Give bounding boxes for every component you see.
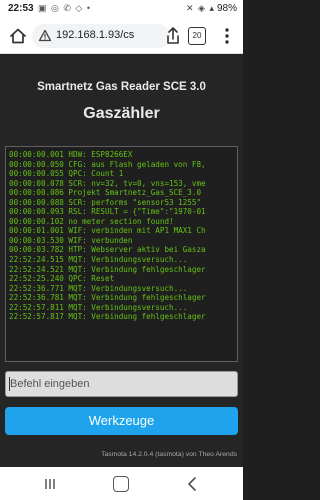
command-input[interactable] [5,371,238,397]
console-line: 00:00:03.782 HTP: Webserver aktiv bei Ga… [9,245,206,255]
battery-level: 98% [216,3,237,14]
footer-text: Tasmota 14.2.0.4 (tasmota) von Theo Aren… [101,451,237,458]
android-nav-bar [0,467,243,500]
text-cursor [9,377,10,391]
console-line: 22:52:24.515 MQT: Verbindungsversuch... [9,255,188,265]
status-time: 22:53 [8,3,34,14]
lock-icon[interactable] [38,29,52,43]
share-icon[interactable] [164,26,182,46]
tools-button[interactable]: Werkzeuge [5,407,238,435]
console-line: 00:00:00.086 Projekt Smartnetz_Gas_SCE_3… [9,188,202,198]
recents-icon[interactable] [44,478,56,490]
system-icons: ✕ ◈ ▴ [186,3,215,13]
console-line: 22:52:25.240 QPC: Reset [9,274,115,284]
console-line: 00:00:00.078 SCR: nv=32, tv=0, vns=153, … [9,178,206,188]
console-line: 00:00:00.055 QPC: Count 1 [9,169,124,179]
console-line: 00:00:00.088 SCR: performs "sensor53 125… [9,197,202,207]
console-line: 00:00:01.001 WIF: verbinden mit AP1 MAX1… [9,226,206,236]
console-log[interactable]: 00:00:00.001 HDW: ESP8266EX 00:00:00.050… [5,146,238,362]
address-bar[interactable]: 192.168.1.93/cs [32,24,170,48]
console-line: 00:00:00.050 CFG: aus Flash geladen von … [9,159,206,169]
page-title: Smartnetz Gas Reader SCE 3.0 [37,81,206,93]
more-vert-icon[interactable] [220,26,234,46]
console-line: 00:00:00.102 no meter section found! [9,216,174,226]
back-icon[interactable] [186,477,198,491]
home-icon[interactable] [8,26,28,46]
console-line: 22:52:24.521 MQT: Verbindung fehlgeschla… [9,264,206,274]
status-bar: 22:53 ▣ ◎ ✆ ◇ • ✕ ◈ ▴ 98% [0,0,243,18]
console-line: 22:52:57.817 MQT: Verbindung fehlgeschla… [9,312,206,322]
url-text[interactable]: 192.168.1.93/cs [56,29,166,41]
console-line: 22:52:36.781 MQT: Verbindung fehlgeschla… [9,293,206,303]
tasmota-page: Smartnetz Gas Reader SCE 3.0 Gaszähler 0… [0,55,243,467]
console-line: 00:00:00.001 HDW: ESP8266EX [9,150,133,159]
home-button-icon[interactable] [113,476,129,492]
tab-switcher-button[interactable]: 20 [188,27,206,45]
console-line: 22:52:36.771 MQT: Verbindungsversuch... [9,283,188,293]
page-subtitle: Gaszähler [83,105,160,122]
console-line: 00:00:03.530 WIF: verbunden [9,235,133,245]
console-line: 22:52:57.811 MQT: Verbindungsversuch... [9,302,188,312]
console-line: 00:00:00.093 RSL: RESULT = {"Time":"1970… [9,207,206,217]
notification-icons: ▣ ◎ ✆ ◇ • [38,3,91,13]
browser-toolbar: 192.168.1.93/cs 20 [0,18,243,54]
